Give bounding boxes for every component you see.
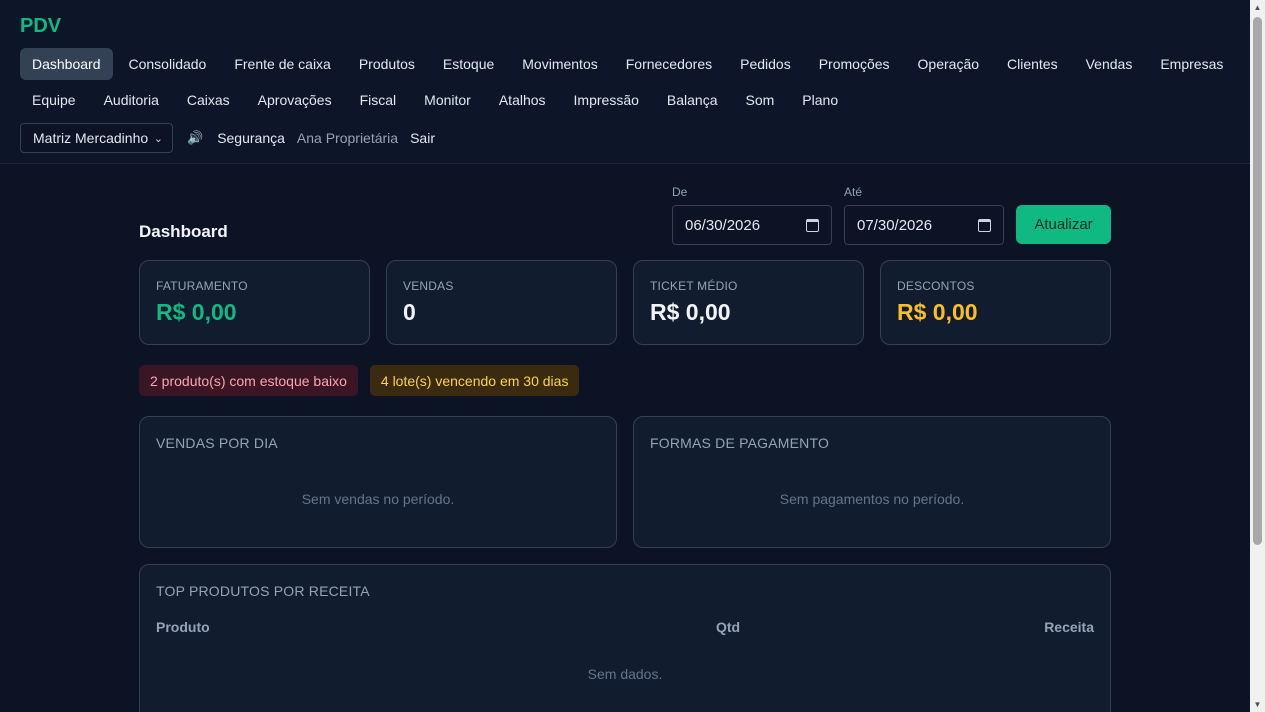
page-title: Dashboard xyxy=(139,222,228,241)
header-toolbar: Matriz Mercadinho ⌄ 🔊 Segurança Ana Prop… xyxy=(20,123,435,153)
kpi-label: TICKET MÉDIO xyxy=(650,279,738,293)
sales-by-day-panel: VENDAS POR DIA Sem vendas no período. xyxy=(139,416,617,548)
empty-state: Sem pagamentos no período. xyxy=(779,491,965,507)
kpi-value: 0 xyxy=(403,299,416,325)
date-from-input[interactable]: 06/30/2026 xyxy=(672,205,832,245)
kpi-value: R$ 0,00 xyxy=(650,299,731,325)
scrollbar-thumb[interactable] xyxy=(1253,17,1262,545)
nav-item-empresas[interactable]: Empresas xyxy=(1148,48,1235,80)
scroll-up-arrow-icon[interactable]: ▲ xyxy=(1250,0,1265,15)
kpi-value: R$ 0,00 xyxy=(156,299,237,325)
nav-item-som[interactable]: Som xyxy=(734,84,787,116)
nav-item-promocoes[interactable]: Promoções xyxy=(807,48,902,80)
panel-title: TOP PRODUTOS POR RECEITA xyxy=(156,583,370,599)
date-from-value: 06/30/2026 xyxy=(685,216,761,234)
nav-item-dashboard[interactable]: Dashboard xyxy=(20,48,113,80)
nav-item-aprovacoes[interactable]: Aprovações xyxy=(246,84,344,116)
nav-item-equipe[interactable]: Equipe xyxy=(20,84,88,116)
kpi-label: FATURAMENTO xyxy=(156,279,248,293)
nav-item-movimentos[interactable]: Movimentos xyxy=(510,48,609,80)
nav-item-pedidos[interactable]: Pedidos xyxy=(728,48,803,80)
nav-item-caixas[interactable]: Caixas xyxy=(175,84,242,116)
nav-item-auditoria[interactable]: Auditoria xyxy=(92,84,171,116)
nav-item-operacao[interactable]: Operação xyxy=(906,48,991,80)
nav-row-secondary: Equipe Auditoria Caixas Aprovações Fiscal Mon… xyxy=(20,84,854,116)
column-header-revenue: Receita xyxy=(1044,619,1094,635)
refresh-button[interactable]: Atualizar xyxy=(1016,205,1111,244)
nav-row-primary: Dashboard Consolidado Frente de caixa Produ… xyxy=(20,48,1239,80)
panel-title: FORMAS DE PAGAMENTO xyxy=(650,435,830,451)
column-header-qty: Qtd xyxy=(716,619,741,635)
kpi-card-discounts: DESCONTOS R$ 0,00 xyxy=(880,260,1111,345)
logout-link[interactable]: Sair xyxy=(410,130,435,146)
expiring-lots-badge[interactable]: 4 lote(s) vencendo em 30 dias xyxy=(369,365,580,396)
nav-item-monitor[interactable]: Monitor xyxy=(412,84,483,116)
top-header: PDV Dashboard Consolidado Frente de caixa P… xyxy=(0,0,1250,164)
date-to-label: Até xyxy=(844,185,863,199)
user-name: Ana Proprietária xyxy=(296,130,399,146)
date-to-value: 07/30/2026 xyxy=(857,216,933,234)
calendar-icon[interactable] xyxy=(978,218,991,232)
date-from-label: De xyxy=(672,185,688,199)
kpi-card-avg-ticket: TICKET MÉDIO R$ 0,00 xyxy=(633,260,864,345)
nav-item-atalhos[interactable]: Atalhos xyxy=(487,84,558,116)
nav-item-plano[interactable]: Plano xyxy=(790,84,850,116)
nav-item-estoque[interactable]: Estoque xyxy=(431,48,506,80)
top-products-panel: TOP PRODUTOS POR RECEITA Produto Qtd Rec… xyxy=(139,564,1111,712)
kpi-label: DESCONTOS xyxy=(897,279,975,293)
payment-methods-panel: FORMAS DE PAGAMENTO Sem pagamentos no pe… xyxy=(633,416,1111,548)
empty-state: Sem dados. xyxy=(587,666,663,682)
nav-item-consolidado[interactable]: Consolidado xyxy=(117,48,219,80)
nav-item-impressao[interactable]: Impressão xyxy=(562,84,651,116)
date-from-group: De 06/30/2026 xyxy=(672,185,832,245)
empty-state: Sem vendas no período. xyxy=(301,491,455,507)
table-header: Produto Qtd Receita xyxy=(156,619,1094,637)
date-to-group: Até 07/30/2026 xyxy=(844,185,1004,245)
speaker-icon[interactable]: 🔊 xyxy=(187,130,203,146)
kpi-card-revenue: FATURAMENTO R$ 0,00 xyxy=(139,260,370,345)
nav-item-clientes[interactable]: Clientes xyxy=(995,48,1070,80)
nav-item-vendas[interactable]: Vendas xyxy=(1074,48,1145,80)
calendar-icon[interactable] xyxy=(806,218,819,232)
nav-item-fiscal[interactable]: Fiscal xyxy=(348,84,409,116)
nav-item-fornecedores[interactable]: Fornecedores xyxy=(614,48,724,80)
brand-logo: PDV xyxy=(20,15,62,37)
chart-panels: VENDAS POR DIA Sem vendas no período. FO… xyxy=(139,416,1111,548)
kpi-label: VENDAS xyxy=(403,279,454,293)
page-scrollbar[interactable]: ▲ ▼ xyxy=(1250,0,1265,712)
nav-item-produtos[interactable]: Produtos xyxy=(347,48,427,80)
security-link[interactable]: Segurança xyxy=(217,130,285,146)
nav-item-frente-de-caixa[interactable]: Frente de caixa xyxy=(222,48,343,80)
kpi-card-sales: VENDAS 0 xyxy=(386,260,617,345)
low-stock-badge[interactable]: 2 produto(s) com estoque baixo xyxy=(139,365,358,396)
chevron-down-icon: ⌄ xyxy=(153,132,163,145)
alert-badges: 2 produto(s) com estoque baixo 4 lote(s)… xyxy=(139,365,580,396)
kpi-cards: FATURAMENTO R$ 0,00 VENDAS 0 TICKET MÉDI… xyxy=(139,260,1111,345)
app-page: PDV Dashboard Consolidado Frente de caixa P… xyxy=(0,0,1265,712)
nav-item-balanca[interactable]: Balança xyxy=(655,84,730,116)
panel-title: VENDAS POR DIA xyxy=(156,435,278,451)
date-to-input[interactable]: 07/30/2026 xyxy=(844,205,1004,245)
column-header-product: Produto xyxy=(156,619,210,635)
store-select-value: Matriz Mercadinho xyxy=(33,130,149,146)
store-select[interactable]: Matriz Mercadinho ⌄ xyxy=(20,123,173,153)
kpi-value: R$ 0,00 xyxy=(897,299,978,325)
scroll-down-arrow-icon[interactable]: ▼ xyxy=(1250,697,1265,712)
